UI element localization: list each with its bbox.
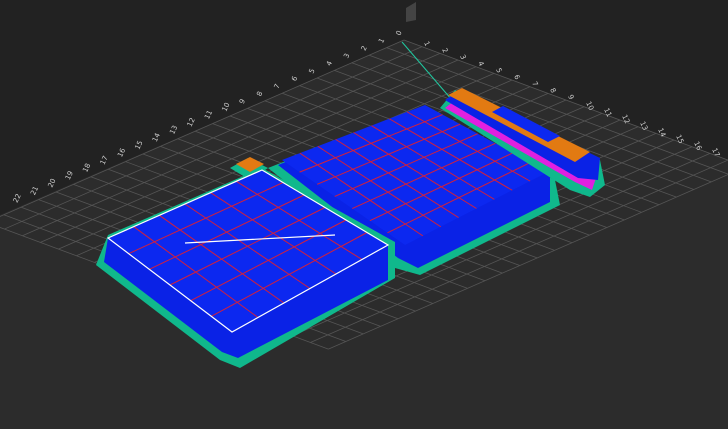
axis-tick-label: 3: [458, 53, 467, 60]
axis-tick-label: 14: [151, 131, 162, 143]
axis-tick-label: 12: [186, 117, 197, 128]
axis-tick-label: 7: [273, 83, 282, 90]
axis-tick-label: 19: [64, 170, 75, 181]
axis-tick-label: 13: [168, 124, 179, 135]
axis-tick-label: 22: [12, 193, 23, 204]
axis-tick-label: 2: [440, 47, 449, 54]
axis-tick-label: 2: [360, 45, 369, 52]
axis-tick-label: 10: [221, 101, 232, 112]
axis-tick-label: 0: [395, 29, 404, 36]
axis-tick-label: 1: [422, 40, 431, 47]
viewport-3d[interactable]: 0123456789101112131415161718192021221234…: [0, 0, 728, 429]
axis-tick-label: 4: [325, 59, 334, 67]
axis-tick-label: 16: [116, 146, 127, 158]
axis-tick-label: 7: [530, 80, 539, 87]
axis-tick-label: 8: [548, 87, 557, 94]
axis-tick-label: 8: [255, 90, 264, 97]
axis-tick-label: 15: [134, 139, 145, 150]
axis-tick-label: 5: [494, 67, 503, 74]
axis-tick-label: 20: [47, 177, 58, 188]
axis-tick-label: 3: [342, 52, 351, 59]
axis-tick-label: 11: [203, 109, 214, 120]
axis-tick-label: 5: [308, 67, 317, 74]
axis-tick-label: 17: [99, 155, 110, 166]
axis-tick-label: 1: [377, 37, 386, 44]
origin-marker-icon: [406, 2, 416, 22]
axis-tick-label: 6: [290, 75, 299, 83]
axis-tick-label: 9: [566, 93, 575, 100]
axis-tick-label: 9: [238, 98, 247, 105]
axis-tick-label: 21: [29, 185, 40, 196]
axis-tick-label: 18: [81, 162, 92, 173]
